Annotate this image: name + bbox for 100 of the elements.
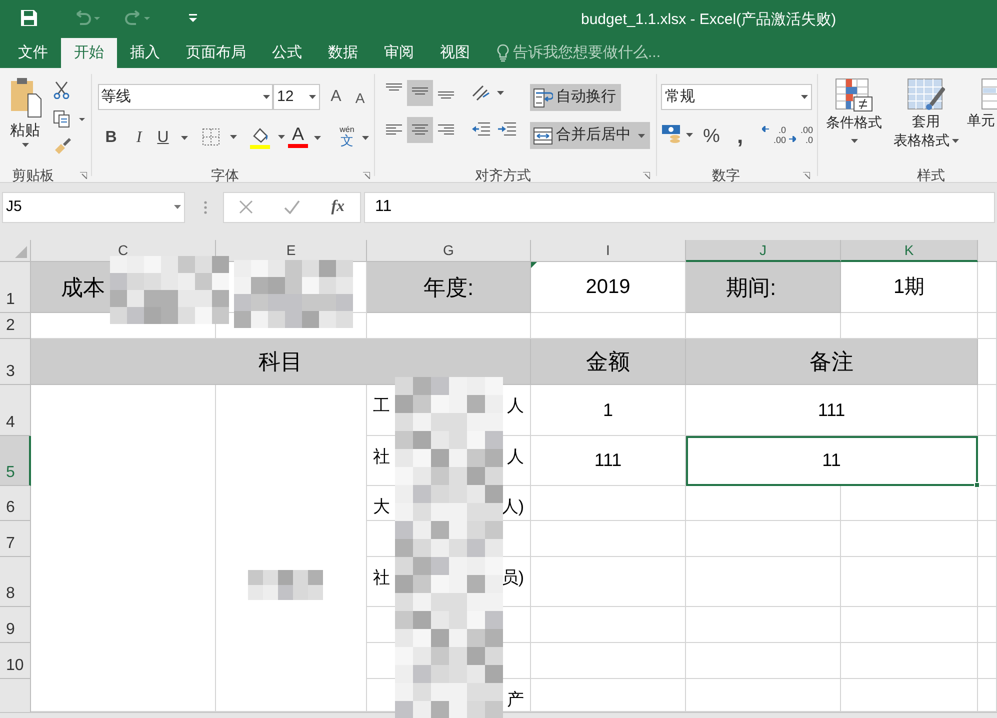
ribbon-tab[interactable]: 文件 [5,38,61,68]
table-cell [978,607,997,643]
caret-icon [309,95,316,99]
cell-text: 年度: [423,274,474,302]
cell-text: 员) [501,567,524,589]
insert-function-button[interactable]: fx [331,195,345,219]
cell-text: 期间: [726,274,776,302]
percent-button[interactable]: % [703,123,720,152]
table-cell [978,557,997,607]
row-header[interactable]: 4 [0,385,31,436]
ribbon-tab[interactable]: 视图 [427,38,483,68]
ribbon-tab[interactable]: 审阅 [371,38,427,68]
column-header[interactable]: E [216,240,367,262]
cut-icon[interactable] [53,81,70,99]
comma-button[interactable]: , [737,119,744,152]
caret-icon [952,138,958,142]
ribbon-tab[interactable]: 页面布局 [173,38,259,68]
cell-text: 人 [507,446,524,468]
font-name-dropdown[interactable]: 等线 [98,84,273,110]
caret-icon[interactable] [314,136,321,140]
fill-handle[interactable] [974,482,980,488]
ribbon-tab[interactable]: 公式 [259,38,315,68]
column-header[interactable]: J [686,240,841,262]
dialog-launcher-icon[interactable] [363,172,370,179]
table-cell [978,643,997,679]
font-size-dropdown[interactable]: 12 [273,84,320,110]
column-header[interactable]: G [367,240,531,262]
horizontal-align-icon[interactable] [407,117,433,143]
conditional-format-button[interactable]: 条件格式 [821,78,887,158]
vertical-align-icon[interactable] [407,80,433,106]
currency-icon[interactable] [661,123,693,145]
underline-button[interactable]: U [154,126,172,148]
dialog-launcher-icon[interactable] [80,172,87,179]
grow-font-button[interactable]: A [326,86,346,108]
fill-color-icon[interactable] [250,126,286,150]
row-header[interactable]: 3 [0,339,31,385]
copy-icon[interactable] [53,110,87,128]
cell-text: 备注 [810,348,854,376]
table-brush-icon [907,78,945,112]
group-label: 样式 [917,166,945,185]
customize-toolbar-icon[interactable] [189,14,197,22]
wrap-text-button[interactable]: 自动换行 [530,84,621,111]
row-header[interactable]: 9 [0,607,31,643]
row-header[interactable]: 5 [0,436,31,486]
italic-button[interactable]: I [130,126,148,148]
column-header[interactable]: K [841,240,978,262]
format-as-table-button[interactable]: 套用 表格格式 [888,78,964,158]
table-cell [978,313,997,339]
cell-text: 大 [373,496,390,518]
decimal-button[interactable]: .0 .00 [762,125,786,147]
cell-text: 1 [602,398,613,422]
cell-text: 工 [373,395,390,417]
group-label: 字体 [211,166,239,185]
cell-text: 人) [501,496,524,518]
phonetic-button[interactable]: wén 文 [337,126,357,150]
ribbon-tab[interactable]: 开始 [61,38,117,68]
row-header[interactable]: 6 [0,486,31,521]
font-color-button[interactable]: A [288,124,308,151]
clipboard-icon [8,78,42,118]
column-header[interactable]: I [531,240,686,262]
save-icon[interactable] [20,9,38,27]
shrink-font-button[interactable]: A [351,88,369,108]
merge-center-button[interactable]: 合并后居中 [530,122,650,149]
row-header[interactable]: 2 [0,313,31,339]
caret-icon[interactable] [181,136,188,140]
row-header[interactable]: 7 [0,521,31,557]
name-box[interactable]: J5 [2,192,185,222]
dialog-launcher-icon[interactable] [803,172,810,179]
formula-field[interactable]: 11 [364,192,995,222]
cell-text: 1期 [893,275,925,300]
dialog-launcher-icon[interactable] [643,172,650,179]
cell-text: 社 [373,567,390,589]
cell-text: 社 [373,446,390,468]
number-format-dropdown[interactable]: 常规 [661,84,812,110]
orientation-icon[interactable] [471,84,505,102]
decimal-button[interactable]: .00 .0 [789,125,813,147]
cell-styles-button[interactable]: 单元 [967,78,997,140]
caret-icon [801,95,808,99]
brush-icon[interactable] [54,137,72,155]
merge-icon [533,126,553,146]
table-cell [978,521,997,557]
row-header[interactable]: 8 [0,557,31,607]
paste-button[interactable]: 粘贴 [6,78,44,156]
conditional-format-icon [835,78,873,112]
lightbulb-icon [497,44,509,62]
row-header[interactable]: 1 [0,262,31,313]
cell-text: 11 [822,449,841,472]
bold-button[interactable]: B [102,126,120,148]
ribbon-tab[interactable]: 数据 [315,38,371,68]
ribbon-tab[interactable]: 插入 [117,38,173,68]
cell-text: 产 [507,689,524,711]
tell-me-field[interactable]: 告诉我您想要做什么... [497,38,661,68]
caret-icon [850,139,858,143]
wrap-text-icon [533,88,553,108]
borders-icon[interactable] [202,128,238,146]
row-header[interactable]: 10 [0,643,31,679]
caret-icon[interactable] [362,136,369,140]
group-label: 数字 [712,166,740,185]
cell-text: 111 [594,449,622,472]
group-label: 剪贴板 [12,166,54,185]
